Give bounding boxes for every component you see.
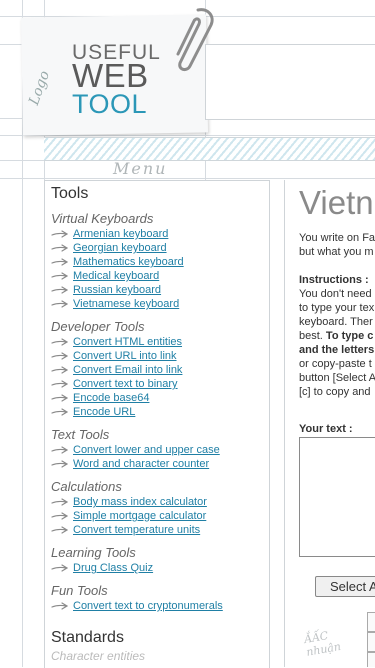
sidebar-item[interactable]: Armenian keyboard	[51, 227, 269, 241]
sidebar-item[interactable]: Convert HTML entities	[51, 335, 269, 349]
arrow-icon	[51, 366, 69, 374]
arrow-icon	[51, 230, 69, 238]
sidebar-item[interactable]: Convert lower and upper case	[51, 443, 269, 457]
instructions-label: Instructions :	[299, 274, 369, 286]
instructions-line-8: [c] to copy and	[299, 386, 371, 398]
hatched-divider	[44, 137, 375, 161]
arrow-icon	[51, 244, 69, 252]
sidebar-item[interactable]: Medical keyboard	[51, 269, 269, 283]
instructions-line-5: and the letters	[299, 344, 375, 356]
arrow-icon	[51, 498, 69, 506]
sidebar-item-link[interactable]: Convert Email into link	[73, 364, 182, 376]
arrow-icon	[51, 408, 69, 416]
instructions-line-7: button [Select A	[299, 372, 375, 384]
sidebar-item-link[interactable]: Vietnamese keyboard	[73, 298, 179, 310]
instructions-line-1: You don't need	[299, 288, 372, 300]
sidebar-item-link[interactable]: Body mass index calculator	[73, 496, 207, 508]
arrow-icon	[51, 460, 69, 468]
intro-text-line-1: You write on Fa	[299, 232, 375, 244]
instructions-line-4-start: best.	[299, 330, 323, 342]
instructions-line-4: best. To type c	[299, 329, 373, 343]
main-content: Vietn You write on Fa but what you m Ins…	[284, 180, 375, 667]
arrow-icon	[51, 380, 69, 388]
sidebar-item-link[interactable]: Encode URL	[73, 406, 135, 418]
sidebar-item-link[interactable]: Convert text to binary	[73, 378, 178, 390]
site-header: Logo USEFUL WEB TOOL	[0, 0, 375, 136]
sidebar-item[interactable]: Word and character counter	[51, 457, 269, 471]
sidebar-item[interactable]: Simple mortgage calculator	[51, 509, 269, 523]
instructions-line-4-bold: To type c	[322, 330, 374, 342]
sidebar-item[interactable]: Convert text to cryptonumerals	[51, 599, 269, 613]
instructions-line-6: or copy-paste t	[299, 358, 372, 370]
sidebar-menu: Tools Virtual Keyboards Armenian keyboard…	[44, 180, 270, 668]
sidebar-item-link[interactable]: Convert lower and upper case	[73, 444, 220, 456]
sidebar-heading-tools: Tools	[51, 185, 89, 202]
your-text-input[interactable]	[299, 437, 375, 557]
sidebar-item-link[interactable]: Convert URL into link	[73, 350, 177, 362]
sidebar-item-link[interactable]: Drug Class Quiz	[73, 562, 153, 574]
sidebar-item-link[interactable]: Convert HTML entities	[73, 336, 182, 348]
sidebar-item[interactable]: Convert text to binary	[51, 377, 269, 391]
sidebar-item[interactable]: Encode base64	[51, 391, 269, 405]
sidebar-item[interactable]: Drug Class Quiz	[51, 561, 269, 575]
sidebar-item-link[interactable]: Convert temperature units	[73, 524, 200, 536]
sidebar-category-title: Learning Tools	[51, 545, 136, 560]
sidebar-item[interactable]: Mathematics keyboard	[51, 255, 269, 269]
keyboard-key-button[interactable]	[367, 652, 375, 667]
arrow-icon	[51, 352, 69, 360]
sidebar-item[interactable]: Convert URL into link	[51, 349, 269, 363]
arrow-icon	[51, 564, 69, 572]
sidebar-item-link[interactable]: Armenian keyboard	[73, 228, 168, 240]
arrow-icon	[51, 286, 69, 294]
sidebar-item-link[interactable]: Convert text to cryptonumerals	[73, 600, 223, 612]
page-title: Vietn	[299, 184, 374, 221]
select-all-button[interactable]: Select A	[315, 576, 375, 597]
arrow-icon	[51, 602, 69, 610]
keyboard-key-button[interactable]	[367, 612, 375, 632]
logo-word-web[interactable]: WEB	[72, 59, 149, 92]
arrow-icon	[51, 338, 69, 346]
arrow-icon	[51, 394, 69, 402]
sidebar-item-link[interactable]: Mathematics keyboard	[73, 256, 184, 268]
menu-handwritten-label: Menu	[113, 159, 168, 178]
arrow-icon	[51, 512, 69, 520]
sidebar-item[interactable]: Russian keyboard	[51, 283, 269, 297]
sidebar-item-link[interactable]: Georgian keyboard	[73, 242, 167, 254]
arrow-icon	[51, 258, 69, 266]
sidebar-item[interactable]: Body mass index calculator	[51, 495, 269, 509]
intro-text-line-2: but what you m	[299, 246, 374, 258]
sidebar-category-title: Calculations	[51, 479, 122, 494]
sidebar-item[interactable]: Convert temperature units	[51, 523, 269, 537]
sketch-decoration: ẮẤC nhuận	[303, 627, 342, 659]
keyboard-key-button[interactable]	[367, 632, 375, 652]
arrow-icon	[51, 526, 69, 534]
sidebar-category-title: Text Tools	[51, 427, 110, 442]
sidebar-item-link[interactable]: Encode base64	[73, 392, 149, 404]
sidebar-item-link[interactable]: Word and character counter	[73, 458, 209, 470]
sidebar-category-character-entities: Character entities	[51, 649, 146, 663]
your-text-label: Your text :	[299, 423, 353, 435]
sidebar-category-title: Virtual Keyboards	[51, 211, 154, 226]
instructions-line-3: keyboard. Ther	[299, 316, 373, 328]
sidebar-category-title: Fun Tools	[51, 583, 108, 598]
sidebar-item-link[interactable]: Simple mortgage calculator	[73, 510, 206, 522]
sidebar-item-link[interactable]: Medical keyboard	[73, 270, 159, 282]
logo-word-tool[interactable]: TOOL	[72, 91, 147, 118]
sidebar-item[interactable]: Vietnamese keyboard	[51, 297, 269, 311]
sidebar-item[interactable]: Convert Email into link	[51, 363, 269, 377]
header-banner-area	[205, 44, 375, 120]
arrow-icon	[51, 300, 69, 308]
instructions-line-2: to type your tex	[299, 302, 375, 314]
sidebar-heading-standards: Standards	[51, 629, 124, 646]
sidebar-category-title: Developer Tools	[51, 319, 145, 334]
arrow-icon	[51, 446, 69, 454]
sidebar-item[interactable]: Georgian keyboard	[51, 241, 269, 255]
sidebar-item-link[interactable]: Russian keyboard	[73, 284, 161, 296]
arrow-icon	[51, 272, 69, 280]
sidebar-item[interactable]: Encode URL	[51, 405, 269, 419]
